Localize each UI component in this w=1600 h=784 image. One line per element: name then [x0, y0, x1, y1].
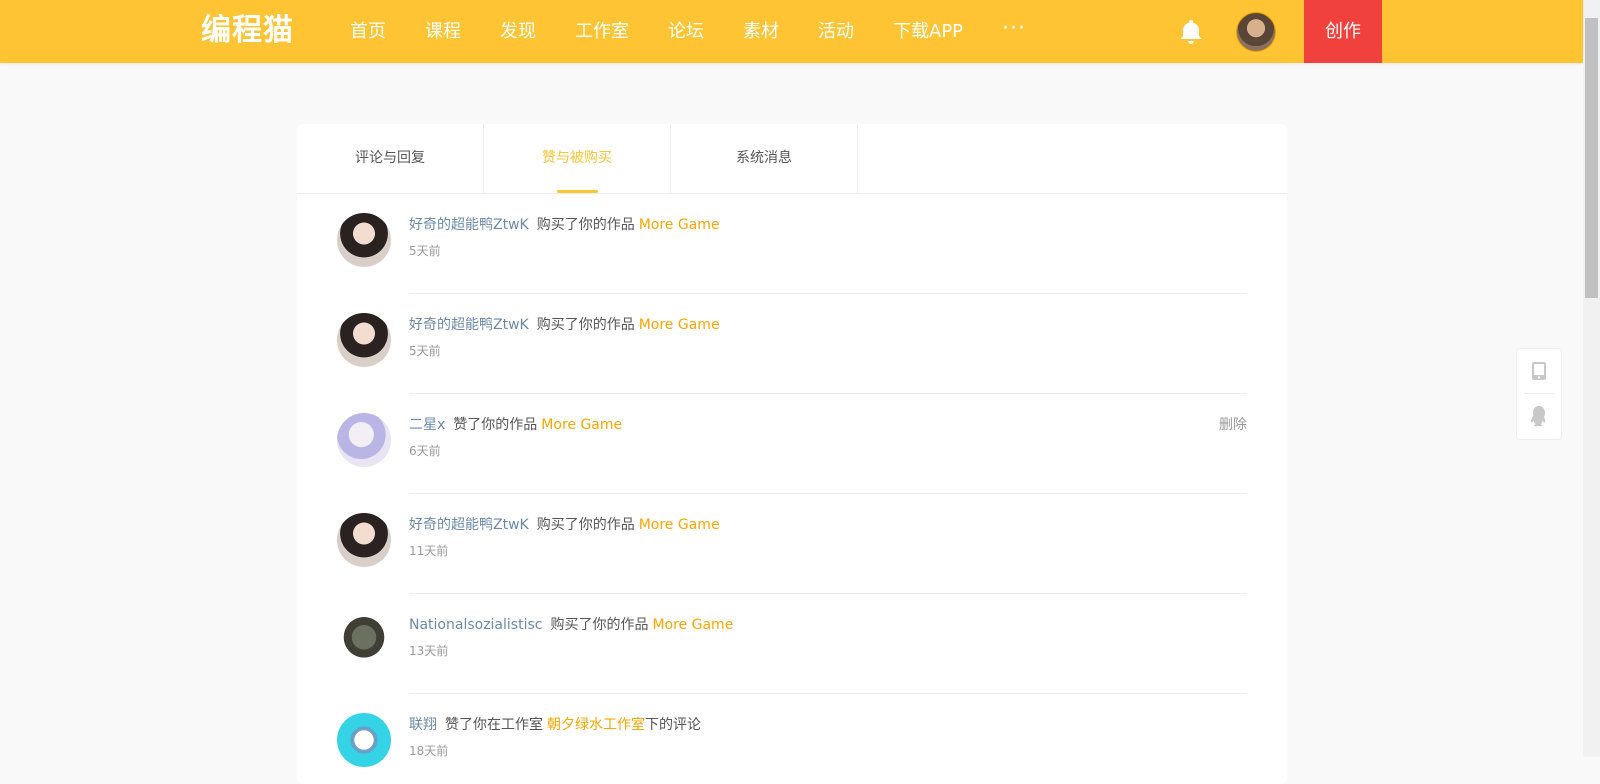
username-link[interactable]: Nationalsozialistisc: [409, 617, 542, 633]
timestamp: 18天前: [409, 744, 449, 758]
floating-sidebar: [1516, 348, 1562, 440]
scrollbar-thumb[interactable]: [1585, 18, 1598, 298]
nav-home[interactable]: 首页: [350, 0, 386, 63]
message-line: 好奇的超能鸭ZtwK 购买了你的作品 More Game: [409, 314, 720, 334]
studio-link[interactable]: 朝夕绿水工作室: [547, 717, 645, 733]
username-link[interactable]: 好奇的超能鸭ZtwK: [409, 517, 529, 533]
message-line: 联翔 赞了你在工作室 朝夕绿水工作室下的评论: [409, 714, 701, 734]
avatar[interactable]: [337, 413, 391, 467]
user-avatar[interactable]: [1236, 12, 1276, 52]
tab-label: 系统消息: [736, 150, 792, 166]
tab-system-messages[interactable]: 系统消息: [671, 124, 858, 193]
nav-events[interactable]: 活动: [818, 0, 854, 63]
action-suffix: 下的评论: [645, 717, 701, 733]
tab-label: 评论与回复: [355, 150, 425, 166]
list-item: 联翔 赞了你在工作室 朝夕绿水工作室下的评论 18天前: [337, 694, 1247, 784]
tab-label: 赞与被购买: [542, 150, 612, 166]
active-tab-indicator: [557, 190, 598, 193]
timestamp: 13天前: [409, 644, 449, 658]
nav-materials[interactable]: 素材: [743, 0, 779, 63]
message-list: 好奇的超能鸭ZtwK 购买了你的作品 More Game 5天前 好奇的超能鸭Ztw…: [337, 194, 1247, 784]
page-scrollbar[interactable]: [1583, 0, 1600, 757]
nav-discover[interactable]: 发现: [500, 0, 536, 63]
avatar[interactable]: [337, 313, 391, 367]
timestamp: 11天前: [409, 544, 449, 558]
message-panel: 评论与回复 赞与被购买 系统消息 好奇的超能鸭ZtwK 购买了你的作品 More G…: [297, 124, 1287, 784]
delete-button[interactable]: 删除: [1219, 414, 1247, 434]
work-link[interactable]: More Game: [639, 517, 720, 533]
bell-icon[interactable]: [1178, 18, 1204, 46]
username-link[interactable]: 联翔: [409, 717, 437, 733]
list-item: 好奇的超能鸭ZtwK 购买了你的作品 More Game 11天前: [337, 494, 1247, 594]
nav-forum[interactable]: 论坛: [668, 0, 704, 63]
tab-comments-replies[interactable]: 评论与回复: [297, 124, 484, 193]
message-line: 好奇的超能鸭ZtwK 购买了你的作品 More Game: [409, 214, 720, 234]
action-text: 购买了你的作品: [536, 517, 635, 533]
action-text: 购买了你的作品: [536, 317, 635, 333]
message-line: 二星x 赞了你的作品 More Game: [409, 414, 622, 434]
message-tabs: 评论与回复 赞与被购买 系统消息: [297, 124, 1287, 194]
work-link[interactable]: More Game: [639, 317, 720, 333]
tablet-icon[interactable]: [1517, 349, 1561, 393]
timestamp: 5天前: [409, 244, 441, 258]
nav-download-app[interactable]: 下载APP: [893, 0, 963, 63]
create-button[interactable]: 创作: [1304, 0, 1382, 63]
work-link[interactable]: More Game: [639, 217, 720, 233]
action-text: 购买了你的作品: [536, 217, 635, 233]
timestamp: 5天前: [409, 344, 441, 358]
tab-likes-purchases[interactable]: 赞与被购买: [484, 124, 671, 193]
nav-studio[interactable]: 工作室: [575, 0, 629, 63]
message-line: Nationalsozialistisc 购买了你的作品 More Game: [409, 614, 733, 634]
work-link[interactable]: More Game: [652, 617, 733, 633]
qq-icon[interactable]: [1517, 394, 1561, 438]
nav-courses[interactable]: 课程: [425, 0, 461, 63]
username-link[interactable]: 好奇的超能鸭ZtwK: [409, 217, 529, 233]
work-link[interactable]: More Game: [541, 417, 622, 433]
avatar[interactable]: [337, 613, 391, 667]
username-link[interactable]: 二星x: [409, 417, 445, 433]
action-text: 赞了你在工作室: [445, 717, 543, 733]
list-item: 二星x 赞了你的作品 More Game 6天前 删除: [337, 394, 1247, 494]
message-line: 好奇的超能鸭ZtwK 购买了你的作品 More Game: [409, 514, 720, 534]
list-item: Nationalsozialistisc 购买了你的作品 More Game 13天…: [337, 594, 1247, 694]
avatar[interactable]: [337, 513, 391, 567]
action-text: 赞了你的作品: [453, 417, 538, 433]
list-item: 好奇的超能鸭ZtwK 购买了你的作品 More Game 5天前: [337, 194, 1247, 294]
avatar[interactable]: [337, 213, 391, 267]
timestamp: 6天前: [409, 444, 441, 458]
action-text: 购买了你的作品: [550, 617, 649, 633]
list-item: 好奇的超能鸭ZtwK 购买了你的作品 More Game 5天前: [337, 294, 1247, 394]
avatar[interactable]: [337, 713, 391, 767]
more-menu-icon[interactable]: ···: [1002, 0, 1026, 63]
site-logo[interactable]: 编程猫: [201, 11, 294, 51]
main-nav: 首页 课程 发现 工作室 论坛 素材 活动 下载APP ···: [350, 0, 1026, 63]
top-nav-bar: 编程猫 首页 课程 发现 工作室 论坛 素材 活动 下载APP ··· 创作: [0, 0, 1583, 63]
username-link[interactable]: 好奇的超能鸭ZtwK: [409, 317, 529, 333]
